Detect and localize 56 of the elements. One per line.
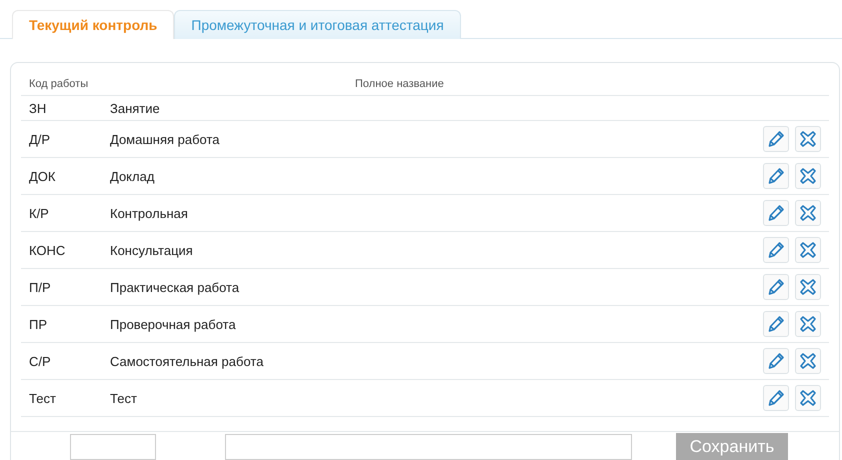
- edit-button[interactable]: [763, 311, 789, 337]
- pencil-icon: [767, 204, 785, 222]
- pencil-icon: [767, 278, 785, 296]
- cross-icon: [799, 352, 817, 370]
- delete-button[interactable]: [795, 200, 821, 226]
- tab[interactable]: Промежуточная и итоговая аттестация: [174, 10, 461, 39]
- table-cell-text: Проверочная работа: [110, 316, 237, 332]
- delete-button[interactable]: [795, 163, 821, 189]
- edit-button[interactable]: [763, 348, 789, 374]
- pencil-icon: [767, 389, 785, 407]
- cross-icon: [799, 167, 817, 185]
- pencil-icon: [767, 167, 785, 185]
- cross-icon: [799, 315, 817, 333]
- cross-icon: [799, 278, 817, 296]
- delete-button[interactable]: [795, 237, 821, 263]
- pencil-icon: [767, 352, 785, 370]
- name-input-field[interactable]: [225, 434, 632, 460]
- table-cell-text: П/Р: [28, 280, 52, 294]
- delete-button[interactable]: [795, 385, 821, 411]
- delete-button[interactable]: [795, 348, 821, 374]
- table-cell-text: Тест: [110, 390, 138, 406]
- delete-button[interactable]: [795, 126, 821, 152]
- table-cell-text: Консультация: [110, 242, 194, 258]
- edit-button[interactable]: [763, 126, 789, 152]
- table-cell-text: Самостоятельная работа: [110, 354, 264, 368]
- edit-button[interactable]: [763, 237, 789, 263]
- table-cell-text: К/Р: [28, 206, 50, 220]
- table-cell-text: Контрольная: [110, 206, 189, 220]
- pencil-icon: [767, 130, 785, 148]
- cross-icon: [799, 241, 817, 259]
- column-header: Код работы: [28, 78, 88, 90]
- tab[interactable]: Текущий контроль: [12, 10, 174, 39]
- code-input-field[interactable]: [70, 434, 156, 460]
- edit-button[interactable]: [763, 163, 789, 189]
- edit-button[interactable]: [763, 385, 789, 411]
- delete-button[interactable]: [795, 274, 821, 300]
- table-cell-text: Доклад: [110, 168, 156, 184]
- column-header: Полное название: [355, 78, 444, 90]
- delete-button[interactable]: [795, 311, 821, 337]
- pencil-icon: [767, 241, 785, 259]
- table-cell-text: С/Р: [28, 354, 52, 368]
- table-cell-text: Тест: [28, 390, 57, 406]
- table-cell-text: Практическая работа: [110, 280, 240, 294]
- cross-icon: [799, 204, 817, 222]
- table-cell-text: Занятие: [110, 100, 161, 116]
- table-cell-text: Д/Р: [28, 132, 52, 146]
- edit-button[interactable]: [763, 274, 789, 300]
- table-cell-text: ЗН: [28, 100, 48, 116]
- pencil-icon: [767, 315, 785, 333]
- cross-icon: [799, 130, 817, 148]
- table-cell-text: КОНС: [28, 242, 66, 258]
- table-cell-text: ПР: [28, 316, 48, 332]
- table-cell-text: Домашняя работа: [110, 132, 221, 146]
- cross-icon: [799, 389, 817, 407]
- edit-button[interactable]: [763, 200, 789, 226]
- table-cell-text: ДОК: [28, 168, 56, 184]
